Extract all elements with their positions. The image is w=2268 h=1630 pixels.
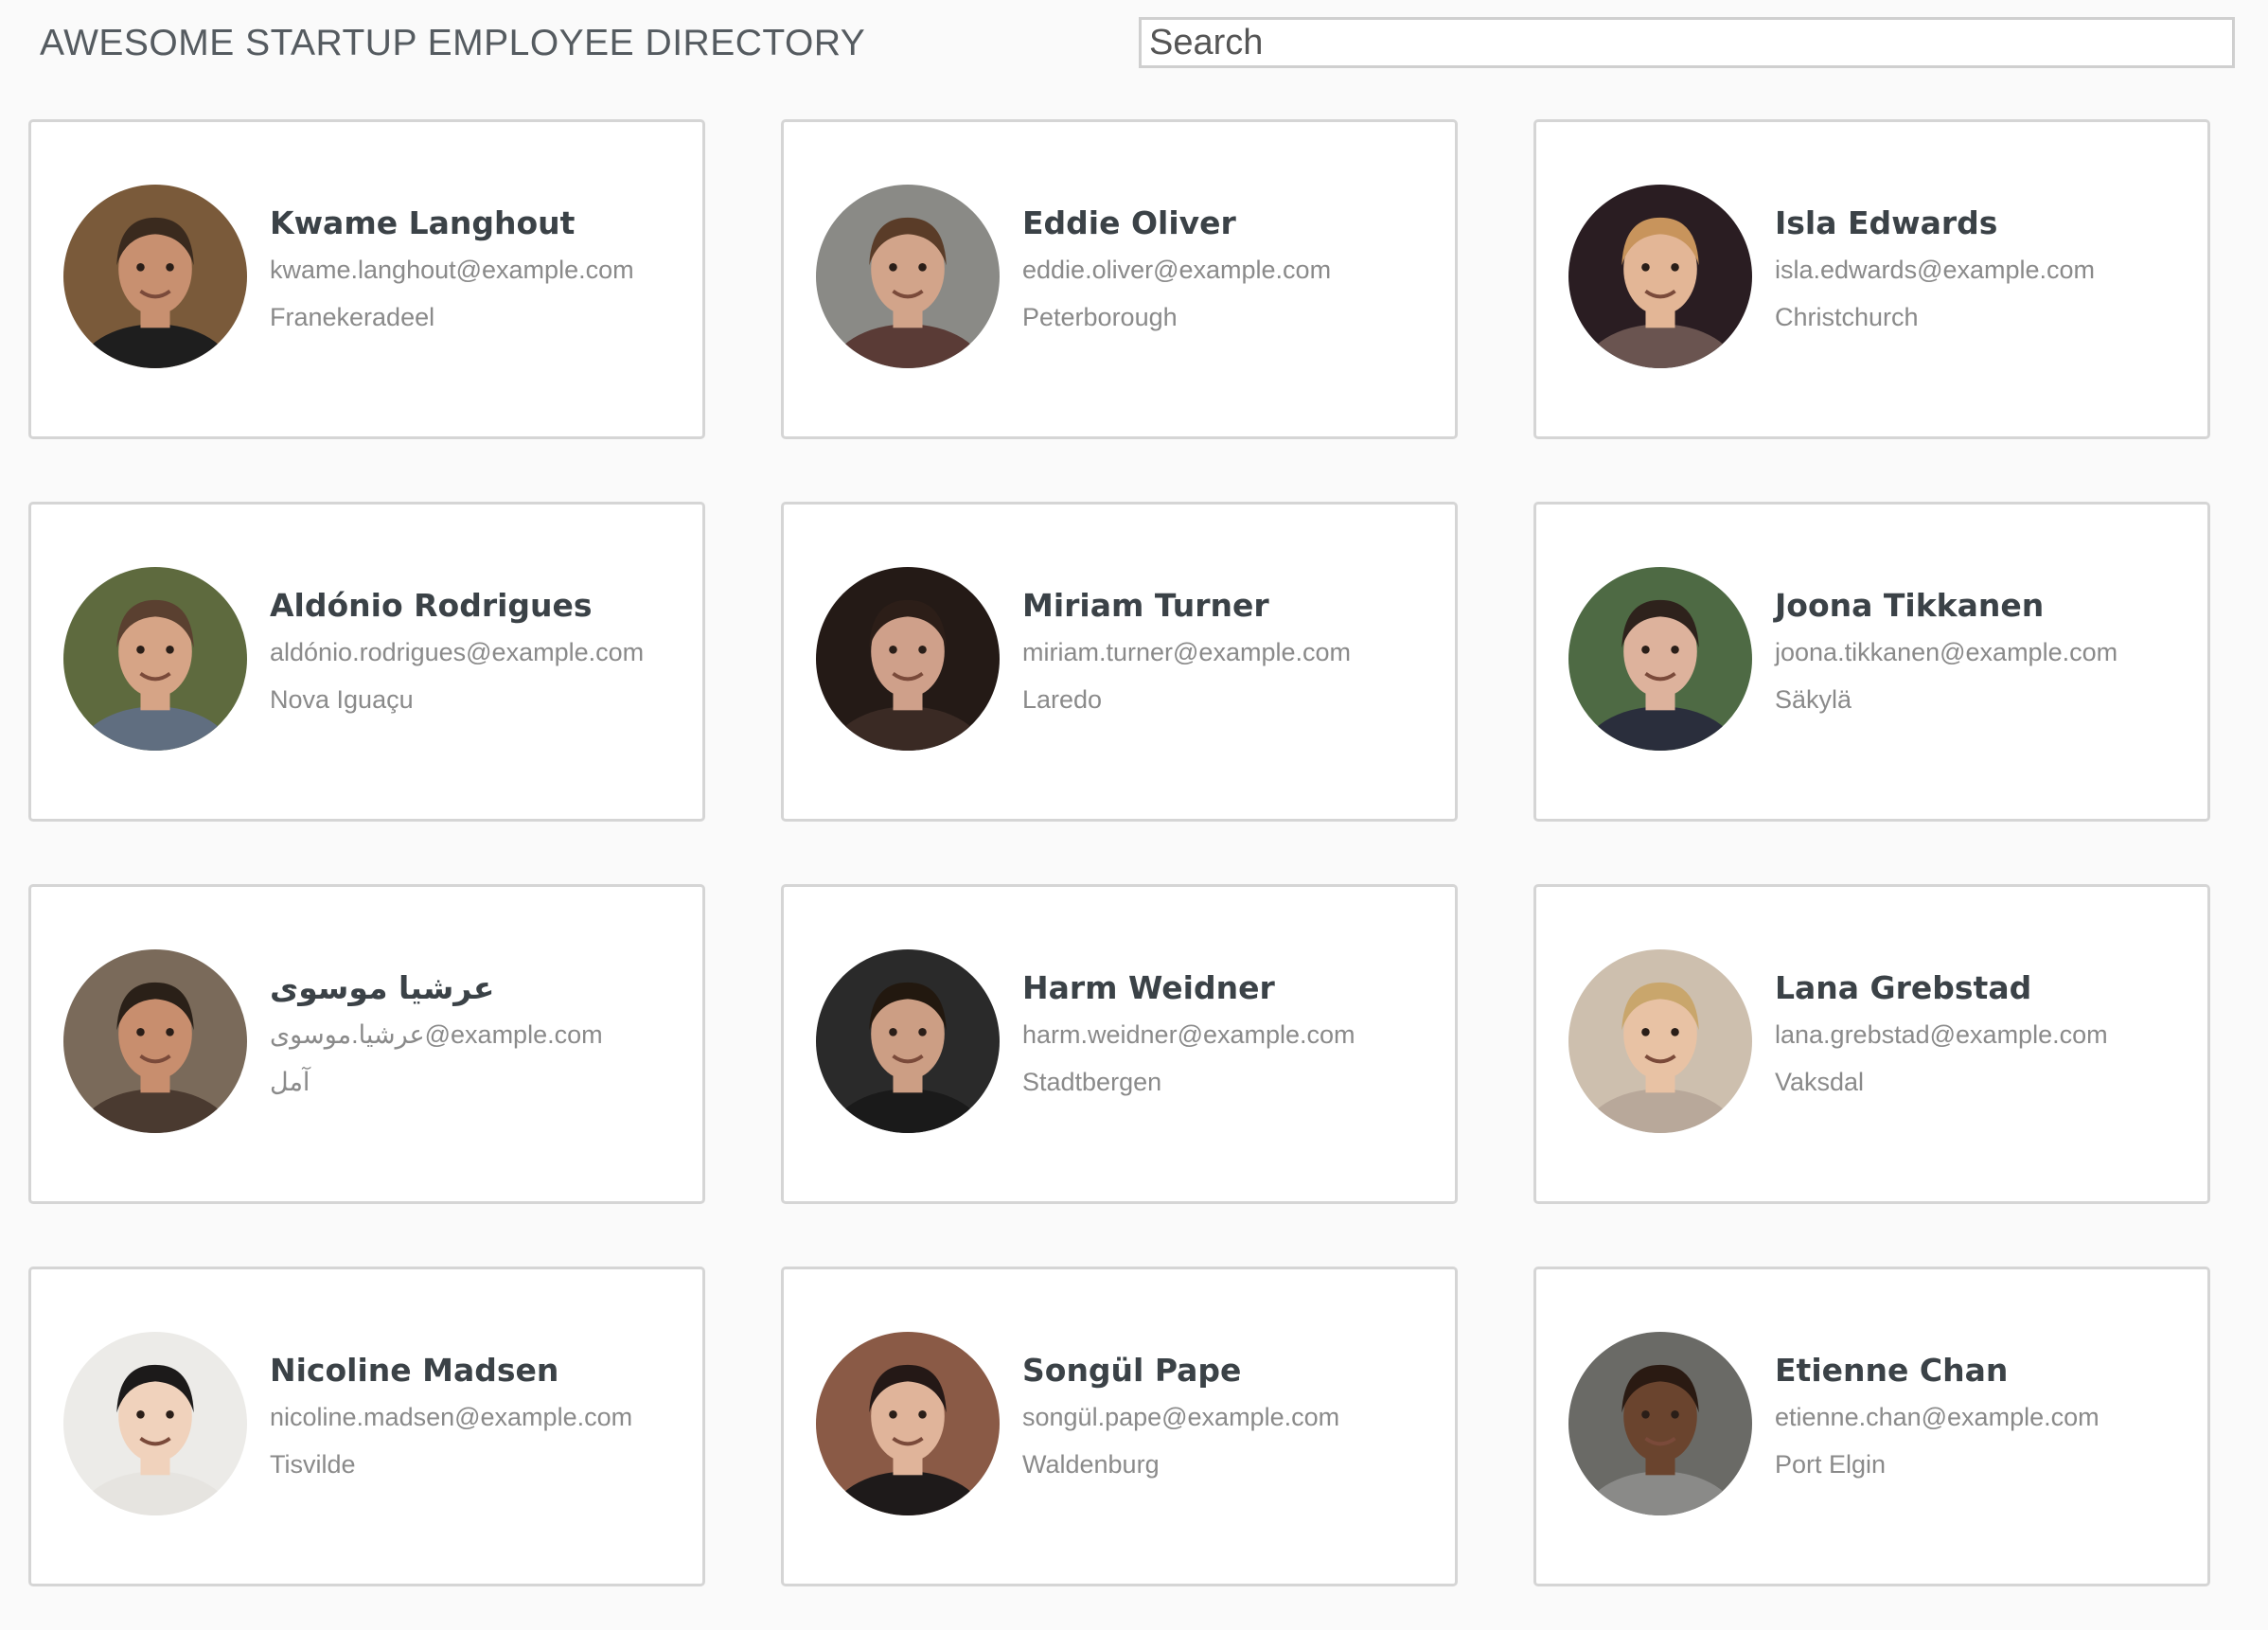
employee-card[interactable]: Harm Weidner harm.weidner@example.com Stad… — [781, 884, 1458, 1204]
employee-card[interactable]: Nicoline Madsen nicoline.madsen@example.c… — [28, 1267, 705, 1586]
avatar — [63, 567, 247, 751]
employee-card[interactable]: Miriam Turner miriam.turner@example.com La… — [781, 502, 1458, 822]
employee-name: Aldónio Rodrigues — [270, 587, 593, 624]
employee-info: Isla Edwards isla.edwards@example.com Chri… — [1775, 204, 2198, 337]
avatar — [63, 949, 247, 1133]
avatar — [1568, 1332, 1752, 1515]
employee-location: Christchurch — [1775, 303, 1919, 331]
employee-grid: Kwame Langhout kwame.langhout@example.com… — [28, 119, 2210, 1586]
employee-card[interactable]: Joona Tikkanen joona.tikkanen@example.com… — [1533, 502, 2210, 822]
employee-card[interactable]: Kwame Langhout kwame.langhout@example.com… — [28, 119, 705, 439]
avatar — [1568, 567, 1752, 751]
employee-name: Kwame Langhout — [270, 204, 576, 241]
employee-location: Peterborough — [1022, 303, 1178, 331]
employee-card[interactable]: Eddie Oliver eddie.oliver@example.com Pete… — [781, 119, 1458, 439]
employee-email: etienne.chan@example.com — [1775, 1403, 2100, 1431]
employee-card[interactable]: Aldónio Rodrigues aldónio.rodrigues@examp… — [28, 502, 705, 822]
employee-name: Isla Edwards — [1775, 204, 1998, 241]
employee-info: Songül Pape songül.pape@example.com Walden… — [1022, 1352, 1445, 1484]
employee-location: آمل — [270, 1068, 310, 1096]
employee-card[interactable]: Isla Edwards isla.edwards@example.com Chri… — [1533, 119, 2210, 439]
avatar — [816, 949, 1000, 1133]
search-input[interactable] — [1139, 17, 2235, 68]
employee-email: harm.weidner@example.com — [1022, 1020, 1355, 1049]
employee-email: lana.grebstad@example.com — [1775, 1020, 2108, 1049]
employee-name: Miriam Turner — [1022, 587, 1269, 624]
employee-info: Eddie Oliver eddie.oliver@example.com Pete… — [1022, 204, 1445, 337]
employee-name: Songül Pape — [1022, 1352, 1242, 1389]
employee-name: عرشيا موسوی — [270, 969, 495, 1006]
employee-name: Eddie Oliver — [1022, 204, 1236, 241]
employee-card[interactable]: Songül Pape songül.pape@example.com Walden… — [781, 1267, 1458, 1586]
employee-email: عرشيا.موسوی@example.com — [270, 1020, 603, 1049]
employee-location: Stadtbergen — [1022, 1068, 1162, 1096]
employee-location: Vaksdal — [1775, 1068, 1865, 1096]
employee-email: songül.pape@example.com — [1022, 1403, 1340, 1431]
avatar — [816, 1332, 1000, 1515]
employee-info: Joona Tikkanen joona.tikkanen@example.com… — [1775, 587, 2198, 719]
employee-location: Laredo — [1022, 685, 1103, 714]
employee-info: Nicoline Madsen nicoline.madsen@example.c… — [270, 1352, 693, 1484]
employee-location: Tisvilde — [270, 1450, 356, 1479]
employee-name: Harm Weidner — [1022, 969, 1275, 1006]
employee-location: Nova Iguaçu — [270, 685, 414, 714]
employee-info: عرشيا موسوی عرشيا.موسوی@example.com آمل — [270, 969, 693, 1102]
employee-info: Lana Grebstad lana.grebstad@example.com Va… — [1775, 969, 2198, 1102]
employee-info: Harm Weidner harm.weidner@example.com Stad… — [1022, 969, 1445, 1102]
employee-email: aldónio.rodrigues@example.com — [270, 638, 645, 666]
employee-info: Miriam Turner miriam.turner@example.com La… — [1022, 587, 1445, 719]
employee-info: Kwame Langhout kwame.langhout@example.com… — [270, 204, 693, 337]
header: AWESOME STARTUP EMPLOYEE DIRECTORY — [0, 0, 2268, 95]
employee-email: joona.tikkanen@example.com — [1775, 638, 2118, 666]
employee-card[interactable]: Etienne Chan etienne.chan@example.com Port… — [1533, 1267, 2210, 1586]
avatar — [63, 185, 247, 368]
employee-email: eddie.oliver@example.com — [1022, 256, 1332, 284]
employee-email: miriam.turner@example.com — [1022, 638, 1351, 666]
avatar — [1568, 185, 1752, 368]
avatar — [63, 1332, 247, 1515]
employee-location: Säkylä — [1775, 685, 1852, 714]
avatar — [1568, 949, 1752, 1133]
employee-email: nicoline.madsen@example.com — [270, 1403, 633, 1431]
employee-card[interactable]: عرشيا موسوی عرشيا.موسوی@example.com آمل — [28, 884, 705, 1204]
employee-location: Port Elgin — [1775, 1450, 1887, 1479]
employee-card[interactable]: Lana Grebstad lana.grebstad@example.com Va… — [1533, 884, 2210, 1204]
employee-location: Waldenburg — [1022, 1450, 1160, 1479]
employee-email: kwame.langhout@example.com — [270, 256, 634, 284]
employee-email: isla.edwards@example.com — [1775, 256, 2096, 284]
avatar — [816, 567, 1000, 751]
employee-info: Aldónio Rodrigues aldónio.rodrigues@examp… — [270, 587, 693, 719]
employee-name: Nicoline Madsen — [270, 1352, 559, 1389]
page-title: AWESOME STARTUP EMPLOYEE DIRECTORY — [40, 23, 866, 63]
employee-name: Etienne Chan — [1775, 1352, 2009, 1389]
employee-name: Joona Tikkanen — [1775, 587, 2045, 624]
employee-name: Lana Grebstad — [1775, 969, 2032, 1006]
avatar — [816, 185, 1000, 368]
employee-location: Franekeradeel — [270, 303, 435, 331]
employee-info: Etienne Chan etienne.chan@example.com Port… — [1775, 1352, 2198, 1484]
